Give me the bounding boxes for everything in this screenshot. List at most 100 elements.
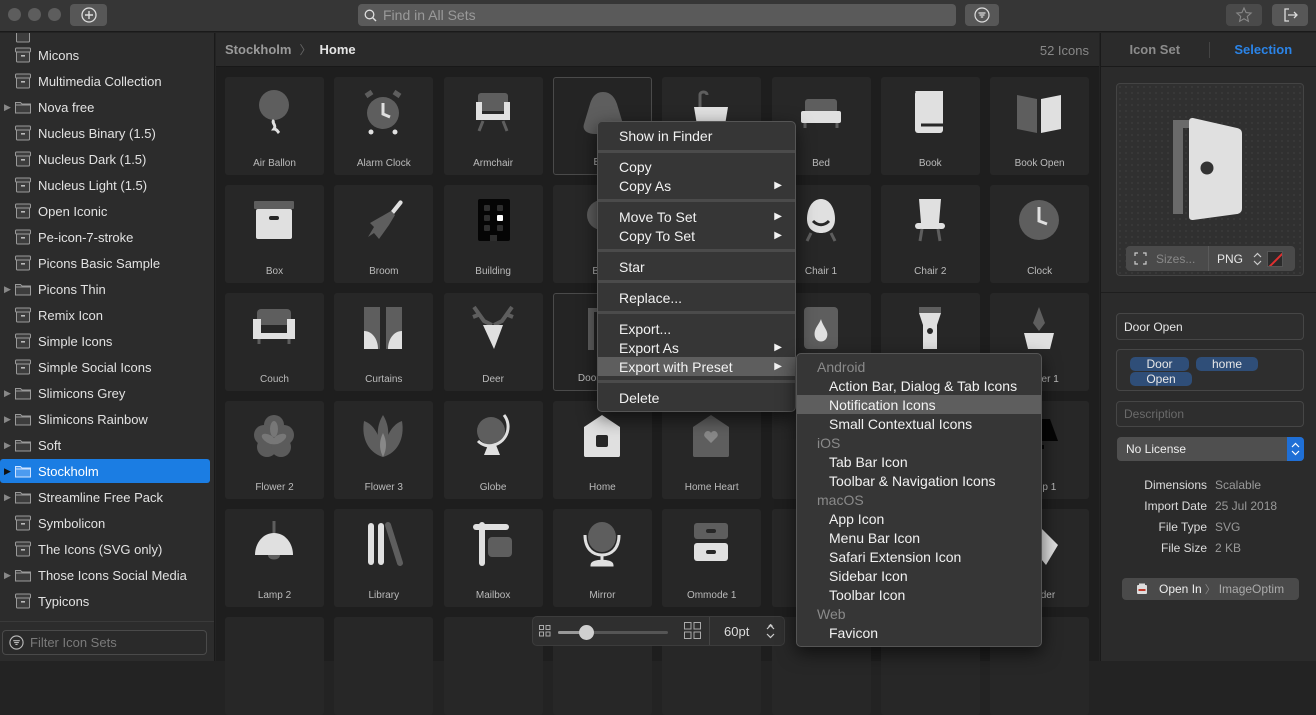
sidebar-item-nucleus-light-1-5[interactable]: Nucleus Light (1.5)	[0, 173, 210, 197]
close-window-button[interactable]	[8, 8, 21, 21]
sidebar-item-simple-icons[interactable]: Simple Icons	[0, 329, 210, 353]
zoom-window-button[interactable]	[48, 8, 61, 21]
zoom-slider[interactable]	[558, 631, 668, 634]
icon-cell[interactable]: Alarm Clock	[334, 77, 433, 175]
sidebar-item-multimedia-collection[interactable]: Multimedia Collection	[0, 69, 210, 93]
zoom-slider-knob[interactable]	[579, 625, 594, 640]
sidebar-item-typicons[interactable]: Typicons	[0, 589, 210, 613]
icon-cell[interactable]: Home Heart	[662, 401, 761, 499]
tag-chip[interactable]: Door	[1130, 357, 1189, 371]
filter-button[interactable]	[965, 4, 999, 26]
sidebar-item-picons-basic-sample[interactable]: Picons Basic Sample	[0, 251, 210, 275]
icon-cell[interactable]: Deer	[444, 293, 543, 391]
description-field[interactable]: Description	[1116, 401, 1304, 427]
icon-cell[interactable]	[444, 617, 543, 715]
preset-item-toolbar-icon[interactable]: Toolbar Icon	[797, 585, 1041, 604]
sidebar-item-slimicons-grey[interactable]: ▶Slimicons Grey	[0, 381, 210, 405]
breadcrumb-set[interactable]: Stockholm	[225, 42, 291, 57]
menu-item-move-to-set[interactable]: Move To Set▶	[598, 207, 795, 226]
menu-item-show-in-finder[interactable]: Show in Finder	[598, 126, 795, 145]
sidebar-item-stockholm[interactable]: ▶Stockholm	[0, 459, 210, 483]
disclosure-triangle-icon[interactable]: ▶	[0, 466, 14, 477]
icon-cell[interactable]: Box	[225, 185, 324, 283]
disclosure-triangle-icon[interactable]: ▶	[0, 414, 14, 425]
icon-cell[interactable]: Armchair	[444, 77, 543, 175]
icon-cell[interactable]: Chair 2	[881, 185, 980, 283]
icon-cell[interactable]: Mirror	[553, 509, 652, 607]
disclosure-triangle-icon[interactable]: ▶	[0, 570, 14, 581]
tags-field[interactable]: Door home Open	[1116, 349, 1304, 391]
sidebar-item-open-iconic[interactable]: Open Iconic	[0, 199, 210, 223]
icon-size-label[interactable]: 60pt	[724, 624, 749, 639]
sidebar-item-pe-icon-7-stroke[interactable]: Pe-icon-7-stroke	[0, 225, 210, 249]
icon-cell[interactable]: Home	[553, 401, 652, 499]
menu-item-export-as[interactable]: Export As▶	[598, 338, 795, 357]
add-set-button[interactable]	[70, 4, 107, 26]
preset-item-menu-bar-icon[interactable]: Menu Bar Icon	[797, 528, 1041, 547]
sidebar-item-remix-icon[interactable]: Remix Icon	[0, 303, 210, 327]
tag-chip[interactable]: home	[1196, 357, 1258, 371]
disclosure-triangle-icon[interactable]: ▶	[0, 388, 14, 399]
menu-item-export[interactable]: Export...	[598, 319, 795, 338]
menu-item-replace[interactable]: Replace...	[598, 288, 795, 307]
search-field[interactable]: Find in All Sets	[358, 4, 956, 26]
sidebar-item-those-icons-social-media[interactable]: ▶Those Icons Social Media	[0, 563, 210, 587]
icon-cell[interactable]	[334, 617, 433, 715]
menu-item-copy-as[interactable]: Copy As▶	[598, 176, 795, 195]
disclosure-triangle-icon[interactable]: ▶	[0, 440, 14, 451]
preset-item-favicon[interactable]: Favicon	[797, 623, 1041, 642]
preset-item-sidebar-icon[interactable]: Sidebar Icon	[797, 566, 1041, 585]
open-in-button[interactable]: Open In 〉 ImageOptim	[1122, 578, 1299, 600]
menu-item-star[interactable]: Star	[598, 257, 795, 276]
star-button[interactable]	[1226, 4, 1262, 26]
menu-item-copy[interactable]: Copy	[598, 157, 795, 176]
icon-cell[interactable]: Ommode 1	[662, 509, 761, 607]
icon-cell[interactable]: Flower 3	[334, 401, 433, 499]
preset-item-app-icon[interactable]: App Icon	[797, 509, 1041, 528]
preset-item-tab-bar-icon[interactable]: Tab Bar Icon	[797, 452, 1041, 471]
icon-cell[interactable]: Curtains	[334, 293, 433, 391]
license-select[interactable]: No License	[1117, 437, 1304, 461]
icon-cell[interactable]: Broom	[334, 185, 433, 283]
sidebar-item-micons[interactable]: Micons	[0, 43, 210, 67]
icon-cell[interactable]: Building	[444, 185, 543, 283]
icon-cell[interactable]: Book	[881, 77, 980, 175]
preset-item-notification-icons[interactable]: Notification Icons	[797, 395, 1041, 414]
format-select[interactable]: PNG	[1217, 252, 1253, 266]
sidebar-item-nova-free[interactable]: ▶Nova free	[0, 95, 210, 119]
export-button[interactable]	[1272, 4, 1308, 26]
icon-cell[interactable]: Flower 2	[225, 401, 324, 499]
icon-cell[interactable]: Lamp 2	[225, 509, 324, 607]
sidebar-item-soft[interactable]: ▶Soft	[0, 433, 210, 457]
icon-cell[interactable]: Library	[334, 509, 433, 607]
background-color-swatch[interactable]	[1267, 251, 1283, 267]
disclosure-triangle-icon[interactable]: ▶	[0, 284, 14, 295]
icon-cell[interactable]: Couch	[225, 293, 324, 391]
icon-cell[interactable]: Globe	[444, 401, 543, 499]
menu-item-delete[interactable]: Delete	[598, 388, 795, 407]
tag-chip[interactable]: Open	[1130, 372, 1192, 386]
sizes-input[interactable]: Sizes...	[1156, 252, 1208, 266]
preset-item-action-bar-dialog-tab-icons[interactable]: Action Bar, Dialog & Tab Icons	[797, 376, 1041, 395]
preset-item-toolbar-navigation-icons[interactable]: Toolbar & Navigation Icons	[797, 471, 1041, 490]
menu-item-copy-to-set[interactable]: Copy To Set▶	[598, 226, 795, 245]
menu-item-export-with-preset[interactable]: Export with Preset▶	[598, 357, 795, 376]
disclosure-triangle-icon[interactable]: ▶	[0, 492, 14, 503]
tab-icon-set[interactable]: Icon Set	[1101, 42, 1209, 57]
tab-selection[interactable]: Selection	[1210, 42, 1316, 57]
minimize-window-button[interactable]	[28, 8, 41, 21]
sidebar-item-nucleus-binary-1-5[interactable]: Nucleus Binary (1.5)	[0, 121, 210, 145]
disclosure-triangle-icon[interactable]: ▶	[0, 102, 14, 113]
license-stepper-icon[interactable]	[1287, 437, 1304, 461]
icon-cell[interactable]: Air Ballon	[225, 77, 324, 175]
format-stepper-icon[interactable]	[1253, 252, 1262, 266]
icon-cell[interactable]: Mailbox	[444, 509, 543, 607]
stepper-chevrons-icon[interactable]	[766, 624, 775, 639]
sidebar-item-picons-thin[interactable]: ▶Picons Thin	[0, 277, 210, 301]
preset-item-small-contextual-icons[interactable]: Small Contextual Icons	[797, 414, 1041, 433]
sidebar-item-nucleus-dark-1-5[interactable]: Nucleus Dark (1.5)	[0, 147, 210, 171]
icon-cell[interactable]: Clock	[990, 185, 1089, 283]
preset-item-safari-extension-icon[interactable]: Safari Extension Icon	[797, 547, 1041, 566]
sidebar-item-simple-social-icons[interactable]: Simple Social Icons	[0, 355, 210, 379]
icon-cell[interactable]	[225, 617, 324, 715]
